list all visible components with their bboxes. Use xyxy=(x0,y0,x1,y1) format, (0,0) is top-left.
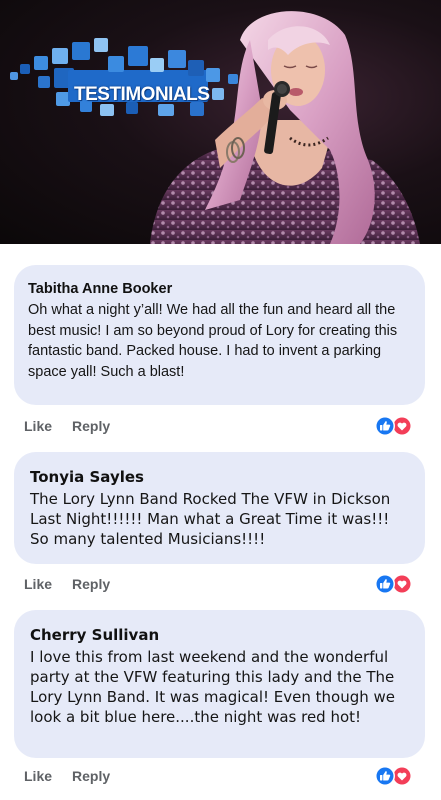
reactions-summary[interactable] xyxy=(372,415,414,437)
comment-bubble: Tabitha Anne Booker Oh what a night y’al… xyxy=(14,265,425,405)
singer-photo xyxy=(150,11,420,244)
reactions-summary[interactable] xyxy=(372,573,414,595)
comment-author[interactable]: Tabitha Anne Booker xyxy=(28,281,411,297)
comment-text: I love this from last weekend and the wo… xyxy=(30,648,395,726)
logo-text: TESTIMONIALS xyxy=(74,84,210,105)
like-icon xyxy=(375,574,395,594)
reply-button[interactable]: Reply xyxy=(72,768,110,784)
testimonials-logo: TESTIMONIALS xyxy=(8,38,248,118)
reactions-summary[interactable] xyxy=(372,765,414,787)
like-icon xyxy=(375,766,395,786)
like-button[interactable]: Like xyxy=(24,576,52,592)
comment-bubble: Tonyia Sayles The Lory Lynn Band Rocked … xyxy=(14,452,425,564)
comment-text: The Lory Lynn Band Rocked The VFW in Dic… xyxy=(30,490,391,548)
reply-button[interactable]: Reply xyxy=(72,418,110,434)
comment-author[interactable]: Tonyia Sayles xyxy=(30,468,411,486)
comment-actions: Like Reply xyxy=(24,573,414,598)
comment-author[interactable]: Cherry Sullivan xyxy=(30,626,411,644)
like-icon xyxy=(375,416,395,436)
comment-actions: Like Reply xyxy=(24,415,414,440)
like-button[interactable]: Like xyxy=(24,418,52,434)
hero-banner: TESTIMONIALS xyxy=(0,0,441,244)
like-button[interactable]: Like xyxy=(24,768,52,784)
comment-bubble: Cherry Sullivan I love this from last we… xyxy=(14,610,425,758)
reply-button[interactable]: Reply xyxy=(72,576,110,592)
comment-text: Oh what a night y’all! We had all the fu… xyxy=(28,302,398,380)
comment-actions: Like Reply xyxy=(24,765,414,790)
